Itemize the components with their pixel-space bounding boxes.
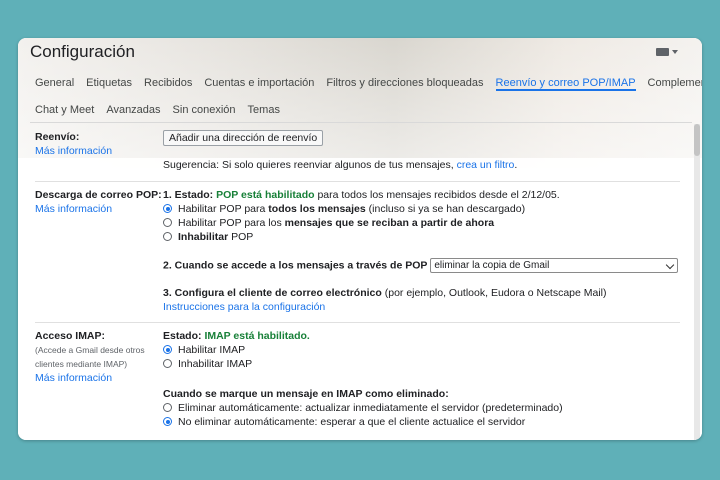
imap-section: Acceso IMAP: (Accede a Gmail desde otros… [35,329,680,439]
section-divider-1 [35,181,680,182]
forwarding-tip: Sugerencia: Si solo quieres reenviar alg… [163,158,680,172]
imap-enable-option[interactable]: Habilitar IMAP [163,343,680,357]
pop-status: 1. Estado: POP está habilitado para todo… [163,188,680,202]
imap-label: Acceso IMAP: [35,330,106,342]
forwarding-body: Añadir una dirección de reenvío Sugerenc… [163,130,680,172]
forwarding-section: Reenvío: Más información Añadir una dire… [35,130,680,180]
pop-more-info-link[interactable]: Más información [35,202,160,216]
imap-disable-radio[interactable] [163,359,172,368]
imap-no-auto-delete-text: No eliminar automáticamente: esperar a q… [178,416,526,428]
pop-option-new[interactable]: Habilitar POP para los mensajes que se r… [163,216,680,230]
imap-disable-option[interactable]: Inhabilitar IMAP [163,357,680,371]
pop-step3-label: 3. Configura el cliente de correo electr… [163,287,382,299]
forwarding-tip-text: Sugerencia: Si solo quieres reenviar alg… [163,159,454,171]
pop-status-value: POP está habilitado [216,189,315,201]
imap-label-block: Acceso IMAP: (Accede a Gmail desde otros… [35,329,160,385]
forwarding-more-info-link[interactable]: Más información [35,144,160,158]
pop-option-disable-text-b: POP [231,231,254,243]
pop-option-all[interactable]: Habilitar POP para todos los mensajes (i… [163,202,680,216]
pop-step3-examples: (por ejemplo, Outlook, Eudora o Netscape… [384,287,607,299]
imap-sub1: (Accede a Gmail desde otros [35,345,145,355]
imap-auto-delete-text: Eliminar automáticamente: actualizar inm… [178,402,563,414]
tab-labels[interactable]: Etiquetas [86,77,132,91]
pop-option-new-radio[interactable] [163,218,172,227]
imap-enable-text: Habilitar IMAP [178,344,246,356]
chevron-down-icon [672,50,678,54]
pop-section: Descarga de correo POP: Más información … [35,188,680,318]
pop-label-block: Descarga de correo POP: Más información [35,188,162,216]
pop-option-all-radio[interactable] [163,204,172,213]
tabs-divider [30,122,692,123]
forwarding-label-block: Reenvío: Más información [35,130,160,158]
tab-themes[interactable]: Temas [248,104,280,118]
keyboard-icon[interactable] [656,46,678,58]
forwarding-label: Reenvío: [35,131,80,143]
pop-step2-label: 2. Cuando se accede a los mensajes a tra… [163,259,428,272]
pop-option-disable-text-a: Inhabilitar [178,231,229,243]
create-filter-link[interactable]: crea un filtro [457,159,515,171]
tab-row-1: General Etiquetas Recibidos Cuentas e im… [35,72,702,96]
scrollbar[interactable] [694,124,700,440]
pop-option-all-text-b: todos los mensajes [268,203,366,215]
imap-status-value: IMAP está habilitado. [204,330,310,342]
imap-enable-radio[interactable] [163,345,172,354]
imap-status: Estado: IMAP está habilitado. [163,329,680,343]
pop-step2: 2. Cuando se accede a los mensajes a tra… [163,258,680,273]
tab-offline[interactable]: Sin conexión [173,104,236,118]
imap-no-auto-delete-radio[interactable] [163,417,172,426]
tab-accounts[interactable]: Cuentas e importación [204,77,314,91]
pop-body: 1. Estado: POP está habilitado para todo… [163,188,680,314]
pop-option-all-text-c: (incluso si ya se han descargado) [368,203,526,215]
imap-deleted-heading: Cuando se marque un mensaje en IMAP como… [163,388,449,400]
pop-status-suffix: para todos los mensajes recibidos desde … [317,189,560,201]
tab-inbox[interactable]: Recibidos [144,77,192,91]
tab-general[interactable]: General [35,77,74,91]
imap-auto-delete-option[interactable]: Eliminar automáticamente: actualizar inm… [163,401,680,415]
chevron-down-icon [666,260,675,270]
imap-disable-text: Inhabilitar IMAP [178,358,253,370]
forwarding-tip-end: . [514,159,518,171]
pop-option-disable-radio[interactable] [163,232,172,241]
pop-instructions-link[interactable]: Instrucciones para la configuración [163,300,680,314]
tab-forwarding-pop-imap[interactable]: Reenvío y correo POP/IMAP [495,77,636,91]
imap-auto-delete-radio[interactable] [163,403,172,412]
tab-filters[interactable]: Filtros y direcciones bloqueadas [326,77,483,91]
tab-chat-meet[interactable]: Chat y Meet [35,104,94,118]
settings-window: Configuración General Etiquetas Recibido… [18,38,702,440]
pop-status-prefix: 1. Estado: [163,189,214,201]
pop-option-all-text-a: Habilitar POP para [178,203,266,215]
settings-tabs: General Etiquetas Recibidos Cuentas e im… [35,72,702,123]
pop-action-select[interactable]: eliminar la copia de Gmail [430,258,679,273]
imap-sub2: clientes mediante IMAP) [35,359,128,369]
page-title: Configuración [30,42,135,61]
tab-row-2: Chat y Meet Avanzadas Sin conexión Temas [35,99,692,123]
pop-action-select-value: eliminar la copia de Gmail [434,260,550,271]
pop-step3: 3. Configura el cliente de correo electr… [163,286,680,300]
pop-option-disable[interactable]: Inhabilitar POP [163,230,680,244]
tab-advanced[interactable]: Avanzadas [106,104,160,118]
imap-status-prefix: Estado: [163,330,202,342]
imap-no-auto-delete-option[interactable]: No eliminar automáticamente: esperar a q… [163,415,680,429]
scrollbar-thumb[interactable] [694,124,700,156]
pop-option-new-text-a: Habilitar POP para los [178,217,282,229]
section-divider-2 [35,322,680,323]
add-forwarding-address-button[interactable]: Añadir una dirección de reenvío [163,130,324,146]
keyboard-glyph [656,48,669,56]
tab-addons[interactable]: Complementos [648,77,702,91]
pop-label: Descarga de correo POP: [35,189,162,201]
pop-option-new-text-b: mensajes que se reciban a partir de ahor… [284,217,495,229]
imap-body: Estado: IMAP está habilitado. Habilitar … [163,329,680,429]
imap-more-info-link[interactable]: Más información [35,371,160,385]
